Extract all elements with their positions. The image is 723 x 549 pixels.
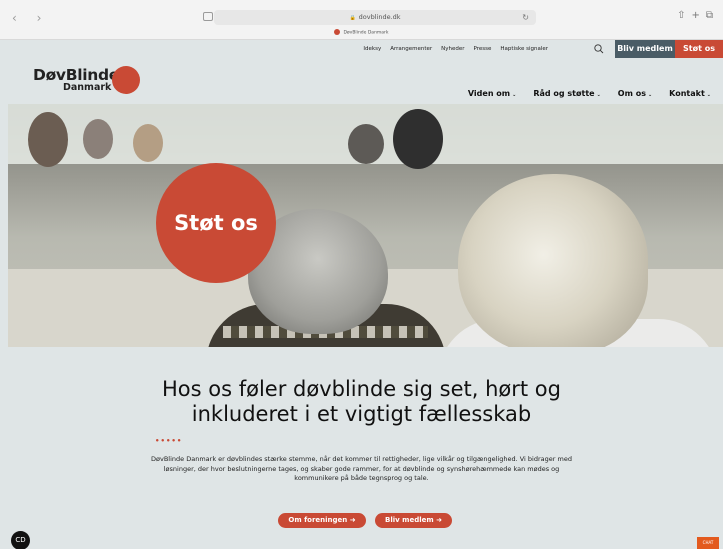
nav-label: Om os — [617, 89, 646, 98]
bliv-medlem-cta-button[interactable]: Bliv medlem ➜ — [375, 513, 452, 528]
chevron-down-icon: ⌄ — [512, 92, 517, 98]
browser-chrome: ‹ › 🔒 dovblinde.dk ↻ ⇧+⧉ DøvBlinde Danmar… — [0, 0, 723, 40]
logo-line2: Danmark — [63, 82, 112, 93]
nav-raad-og-stotte[interactable]: Råd og støtte ⌄ — [533, 89, 600, 98]
headline-line2: inkluderet i et vigtigt fællesskab — [191, 402, 532, 426]
headline-line1: Hos os føler døvblinde sig set, hørt og — [162, 377, 561, 401]
chevron-down-icon: ⌄ — [706, 92, 711, 98]
util-link-arrangementer[interactable]: Arrangementer — [390, 46, 432, 52]
util-link-ideksy[interactable]: Ideksy — [363, 46, 381, 52]
hero-image — [8, 104, 723, 347]
nav-om-os[interactable]: Om os ⌄ — [618, 89, 652, 98]
chevron-down-icon: ⌄ — [596, 92, 601, 98]
stot-os-button[interactable]: Støt os — [675, 40, 723, 58]
background-person — [83, 119, 113, 159]
background-person — [348, 124, 384, 164]
util-link-haptiske[interactable]: Haptiske signaler — [500, 46, 548, 52]
cta-label: Om foreningen — [288, 516, 348, 524]
reload-icon[interactable]: ↻ — [522, 10, 529, 25]
url-text: dovblinde.dk — [358, 13, 401, 21]
nav-kontakt[interactable]: Kontakt ⌄ — [669, 89, 711, 98]
nav-label: Kontakt — [669, 89, 705, 98]
util-link-nyheder[interactable]: Nyheder — [441, 46, 464, 52]
stot-os-badge[interactable]: Støt os — [156, 163, 276, 283]
util-link-presse[interactable]: Presse — [474, 46, 492, 52]
favicon-icon — [334, 29, 341, 35]
cta-label: Bliv medlem — [385, 516, 434, 524]
main-nav: Viden om ⌄ Råd og støtte ⌄ Om os ⌄ Kontakt ⌄ — [468, 89, 711, 98]
search-icon[interactable] — [593, 43, 605, 55]
blonde-hair-head — [458, 174, 648, 347]
chevron-down-icon: ⌄ — [647, 92, 653, 98]
background-person — [28, 112, 68, 167]
background-person — [133, 124, 163, 162]
background-person — [393, 109, 443, 169]
nav-label: Råd og støtte — [533, 89, 595, 98]
accessibility-icon[interactable]: CD — [11, 531, 30, 549]
intro-section: Hos os føler døvblinde sig set, hørt og … — [0, 347, 723, 549]
arrow-circle-icon: ➜ — [349, 516, 356, 524]
sidebar-icon[interactable] — [203, 12, 213, 21]
back-forward-icons[interactable]: ‹ › — [12, 11, 49, 25]
intro-paragraph: DøvBlinde Danmark er døvblindes stærke s… — [151, 455, 572, 482]
logo-circle-icon — [112, 66, 140, 94]
address-bar[interactable]: 🔒 dovblinde.dk ↻ — [214, 10, 536, 25]
chat-tab[interactable]: CHAT — [697, 537, 719, 549]
lock-icon: 🔒 — [349, 15, 356, 21]
bliv-medlem-button[interactable]: Bliv medlem — [615, 40, 675, 58]
nav-viden-om[interactable]: Viden om ⌄ — [468, 89, 516, 98]
tab-title: DøvBlinde Danmark — [343, 30, 389, 36]
site-header: DøvBlinde Danmark Viden om ⌄ Råd og støtt… — [0, 58, 723, 104]
om-foreningen-button[interactable]: Om foreningen ➜ — [278, 513, 366, 528]
browser-tab[interactable]: DøvBlinde Danmark — [0, 29, 723, 36]
utility-links: Ideksy Arrangementer Nyheder Presse Hapt… — [363, 40, 548, 58]
arrow-circle-icon: ➜ — [436, 516, 442, 524]
share-newtab-tabs-icons[interactable]: ⇧+⧉ — [677, 10, 719, 21]
page-headline: Hos os føler døvblinde sig set, hørt og … — [0, 377, 723, 427]
nav-label: Viden om — [467, 89, 511, 98]
decorative-dots: ••••• — [155, 437, 183, 445]
